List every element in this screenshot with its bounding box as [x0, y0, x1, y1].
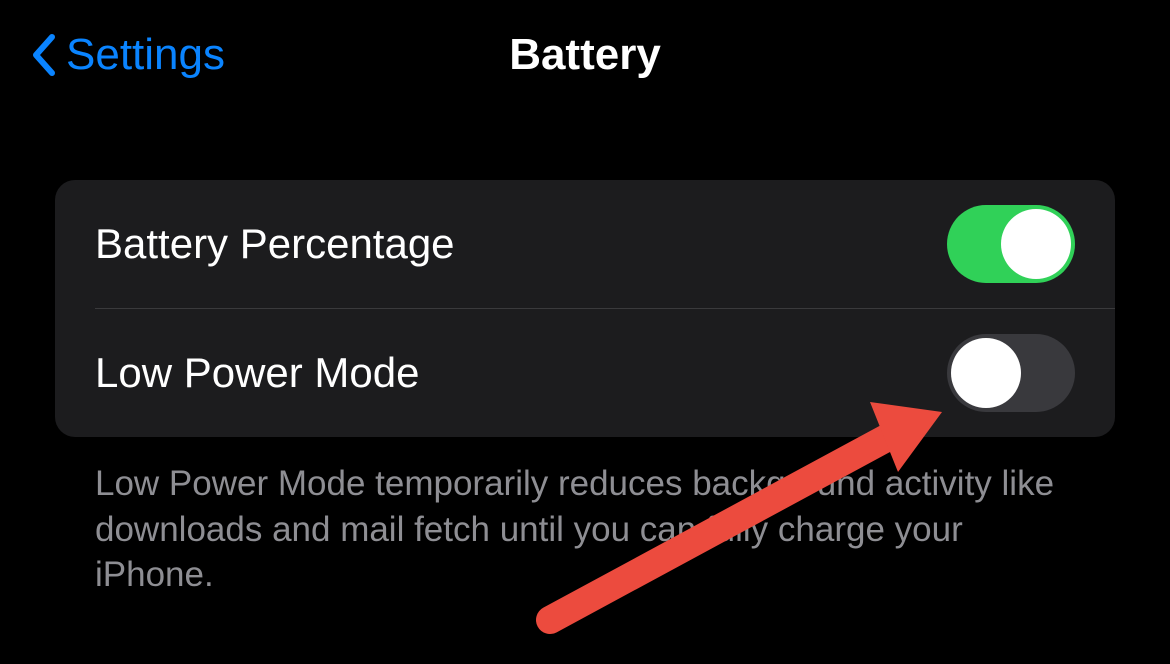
- back-button[interactable]: Settings: [30, 30, 225, 80]
- toggle-low-power-mode[interactable]: [947, 334, 1075, 412]
- footer-description: Low Power Mode temporarily reduces backg…: [55, 437, 1115, 598]
- content: Battery Percentage Low Power Mode Low Po…: [0, 110, 1170, 598]
- toggle-knob: [951, 338, 1021, 408]
- settings-group: Battery Percentage Low Power Mode: [55, 180, 1115, 437]
- back-label: Settings: [66, 30, 225, 80]
- row-battery-percentage[interactable]: Battery Percentage: [55, 180, 1115, 308]
- toggle-knob: [1001, 209, 1071, 279]
- row-label: Battery Percentage: [95, 220, 455, 268]
- toggle-battery-percentage[interactable]: [947, 205, 1075, 283]
- row-label: Low Power Mode: [95, 349, 420, 397]
- row-low-power-mode[interactable]: Low Power Mode: [55, 309, 1115, 437]
- header: Settings Battery: [0, 0, 1170, 110]
- page-title: Battery: [509, 30, 661, 80]
- chevron-left-icon: [30, 33, 58, 77]
